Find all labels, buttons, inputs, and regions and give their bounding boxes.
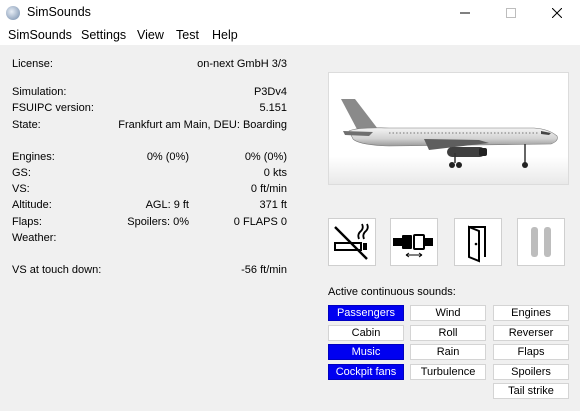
minimize-button[interactable] [442, 0, 488, 26]
license-label: License: [12, 58, 53, 70]
flaps-value: 0 FLAPS 0 [233, 216, 287, 228]
sound-toggle-reverser[interactable]: Reverser [493, 325, 569, 341]
touchdown-label: VS at touch down: [12, 264, 102, 276]
vs-label: VS: [12, 183, 30, 195]
touchdown-value: -56 ft/min [241, 264, 287, 276]
gs-label: GS: [12, 167, 31, 179]
door-button[interactable] [454, 218, 502, 266]
no-smoking-button[interactable] [328, 218, 376, 266]
sound-toggle-cockpit-fans[interactable]: Cockpit fans [328, 364, 404, 380]
state-label: State: [12, 119, 41, 131]
pause-icon [531, 227, 551, 257]
spoilers-value: Spoilers: 0% [127, 216, 189, 228]
no-smoking-icon [334, 223, 369, 260]
seatbelt-button[interactable] [390, 218, 438, 266]
title-bar: SimSounds [0, 0, 580, 26]
door-icon [468, 225, 486, 263]
simsounds-window: SimSounds SimSounds Settings View Test H… [0, 0, 580, 411]
simulation-value: P3Dv4 [253, 86, 287, 98]
menu-settings[interactable]: Settings [81, 28, 126, 42]
sound-toggle-tail-strike[interactable]: Tail strike [493, 383, 569, 399]
license-value: on-next GmbH 3/3 [197, 58, 287, 70]
sound-toggle-roll[interactable]: Roll [410, 325, 486, 341]
sound-toggle-music[interactable]: Music [328, 344, 404, 360]
altitude-label: Altitude: [12, 199, 52, 211]
sound-toggle-rain[interactable]: Rain [410, 344, 486, 360]
window-title: SimSounds [27, 5, 91, 19]
app-icon [6, 6, 20, 20]
flaps-label: Flaps: [12, 216, 42, 228]
maximize-button[interactable] [488, 0, 534, 26]
engines-value-2: 0% (0%) [244, 151, 287, 163]
airplane-icon [341, 99, 558, 168]
airplane-image [328, 72, 569, 185]
sound-toggle-cabin[interactable]: Cabin [328, 325, 404, 341]
menu-bar: SimSounds Settings View Test Help [0, 26, 580, 45]
gs-value: 0 kts [263, 167, 287, 179]
sound-toggle-passengers[interactable]: Passengers [328, 305, 404, 321]
state-value: Frankfurt am Main, DEU: Boarding [118, 119, 287, 131]
altitude-agl-value: AGL: 9 ft [145, 199, 189, 211]
pause-button[interactable] [517, 218, 565, 266]
engines-label: Engines: [12, 151, 55, 163]
seatbelt-icon [393, 234, 433, 258]
minimize-icon [460, 12, 470, 14]
simulation-label: Simulation: [12, 86, 67, 98]
maximize-icon [506, 8, 516, 18]
close-button[interactable] [534, 0, 580, 26]
engines-value-1: 0% (0%) [146, 151, 189, 163]
menu-test[interactable]: Test [176, 28, 199, 42]
sound-toggle-wind[interactable]: Wind [410, 305, 486, 321]
weather-label: Weather: [12, 232, 57, 244]
sound-toggle-turbulence[interactable]: Turbulence [410, 364, 486, 380]
close-icon [551, 7, 563, 19]
altitude-value: 371 ft [259, 199, 287, 211]
continuous-sounds-label: Active continuous sounds: [328, 286, 456, 298]
menu-view[interactable]: View [137, 28, 164, 42]
menu-help[interactable]: Help [212, 28, 238, 42]
vs-value: 0 ft/min [250, 183, 287, 195]
sound-toggle-spoilers[interactable]: Spoilers [493, 364, 569, 380]
sound-toggle-flaps[interactable]: Flaps [493, 344, 569, 360]
sound-toggle-engines[interactable]: Engines [493, 305, 569, 321]
fsuipc-label: FSUIPC version: [12, 102, 94, 114]
menu-simsounds[interactable]: SimSounds [8, 28, 72, 42]
fsuipc-value: 5.151 [259, 102, 287, 114]
